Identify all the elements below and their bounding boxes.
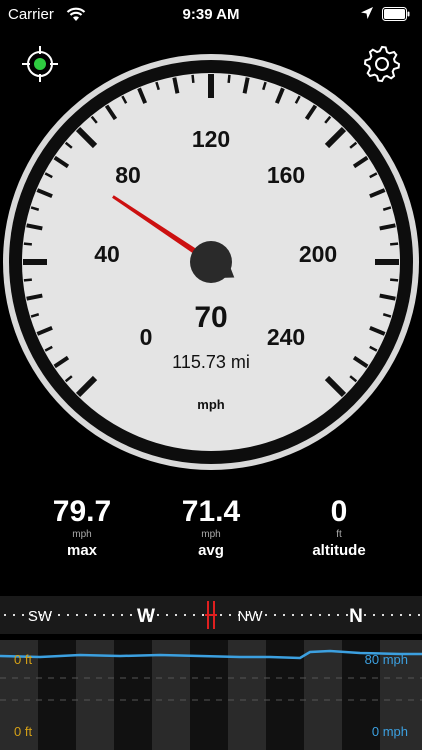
compass-tick xyxy=(184,614,186,616)
compass-tick xyxy=(292,614,294,616)
compass-tick xyxy=(373,614,375,616)
compass-tick xyxy=(409,614,411,616)
scale-label-200: 200 xyxy=(299,241,337,267)
gauge-tick xyxy=(390,242,399,246)
compass-tick xyxy=(274,614,276,616)
stat-max: 79.7 mph max xyxy=(22,495,142,561)
gauge-tick xyxy=(390,278,399,282)
compass-tick xyxy=(265,614,267,616)
distance-readout: 115.73 mi xyxy=(172,352,250,372)
graph-dashes xyxy=(0,677,422,701)
gauge-tick xyxy=(23,242,32,246)
graph-altitude-bottom: 0 ft xyxy=(14,724,33,739)
trip-stats: 79.7 mph max 71.4 mph avg 0 ft altitude xyxy=(0,495,422,575)
altitude-unit: ft xyxy=(336,529,342,540)
needle-hub xyxy=(190,241,232,283)
stat-avg: 71.4 mph avg xyxy=(151,495,271,561)
stat-altitude: 0 ft altitude xyxy=(279,495,399,561)
scale-label-80: 80 xyxy=(115,162,141,188)
location-arrow-icon xyxy=(361,7,373,19)
compass-tick xyxy=(112,614,114,616)
compass-label-n: N xyxy=(349,606,363,627)
compass-tick xyxy=(418,614,420,616)
graph-speed-bottom: 0 mph xyxy=(371,724,408,739)
compass-tick xyxy=(310,614,312,616)
avg-speed-value: 71.4 xyxy=(181,495,241,528)
scale-label-120: 120 xyxy=(192,126,230,152)
status-bar: Carrier 9:39 AM xyxy=(0,0,422,30)
compass-tick xyxy=(166,614,168,616)
graph-altitude-top: 0 ft xyxy=(14,652,33,667)
max-speed-label: max xyxy=(66,542,98,559)
compass-tick xyxy=(103,614,105,616)
scale-label-240: 240 xyxy=(267,324,305,350)
compass-tick xyxy=(229,614,231,616)
compass-tick xyxy=(76,614,78,616)
speed-line xyxy=(0,649,422,660)
compass-tick xyxy=(121,614,123,616)
compass-tick xyxy=(391,614,393,616)
scale-label-160: 160 xyxy=(267,162,305,188)
compass-tick xyxy=(346,614,348,616)
avg-speed-unit: mph xyxy=(201,529,221,540)
compass-tick xyxy=(400,614,402,616)
compass-label-nw: NW xyxy=(238,608,264,625)
compass-tick xyxy=(94,614,96,616)
compass-tick xyxy=(328,614,330,616)
compass-tick xyxy=(13,614,15,616)
battery-icon xyxy=(382,7,410,21)
compass-tick xyxy=(337,614,339,616)
speed-altitude-graph: 0 ft 0 ft 80 mph 0 mph xyxy=(0,640,422,750)
max-speed-unit: mph xyxy=(72,529,92,540)
compass-tick xyxy=(220,614,222,616)
compass-tick xyxy=(301,614,303,616)
avg-speed-label: avg xyxy=(198,542,224,559)
compass-tick xyxy=(4,614,6,616)
altitude-value: 0 xyxy=(330,495,348,528)
compass-label-w: W xyxy=(137,606,155,627)
heading-indicator xyxy=(205,601,217,629)
compass-tick xyxy=(157,614,159,616)
compass-tick xyxy=(130,614,132,616)
altitude-label: altitude xyxy=(312,542,366,559)
gauge-tick xyxy=(191,74,195,83)
graph-speed-top: 80 mph xyxy=(364,652,408,667)
status-time: 9:39 AM xyxy=(182,6,240,23)
compass-tick xyxy=(382,614,384,616)
compass-strip: SW W NW N xyxy=(0,596,422,634)
gauge-unit-label: mph xyxy=(197,397,225,412)
scale-label-0: 0 xyxy=(140,324,153,350)
compass-tick xyxy=(319,614,321,616)
compass-tick xyxy=(22,614,24,616)
gauge-tick xyxy=(23,278,32,282)
compass-tick xyxy=(283,614,285,616)
compass-tick xyxy=(202,614,204,616)
gauge-tick xyxy=(227,74,231,83)
current-speed-readout: 70 xyxy=(194,301,227,334)
compass-tick xyxy=(58,614,60,616)
compass-tick xyxy=(85,614,87,616)
compass-tick xyxy=(67,614,69,616)
compass-tick xyxy=(175,614,177,616)
scale-label-40: 40 xyxy=(94,241,120,267)
compass-tick xyxy=(193,614,195,616)
compass-tick xyxy=(364,614,366,616)
max-speed-value: 79.7 xyxy=(52,495,112,528)
compass-label-sw: SW xyxy=(28,608,53,625)
speedometer-gauge: 0 40 80 120 160 200 240 70 115.73 mi mph xyxy=(3,54,419,470)
